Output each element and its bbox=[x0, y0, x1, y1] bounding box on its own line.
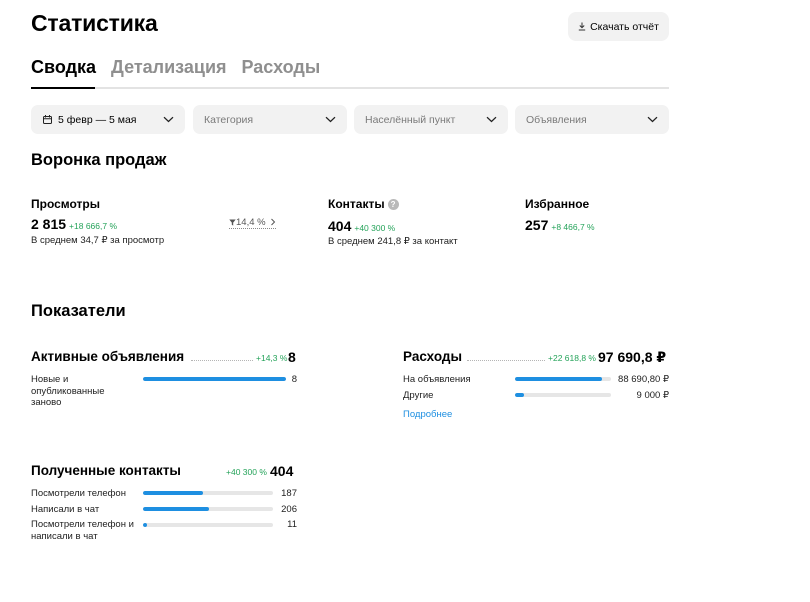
download-report-button[interactable]: Скачать отчёт bbox=[568, 12, 669, 41]
contacts-phone-label: Посмотрели телефон bbox=[31, 488, 126, 499]
tab-summary[interactable]: Сводка bbox=[31, 57, 96, 78]
tab-details[interactable]: Детализация bbox=[111, 57, 227, 78]
chevron-down-icon bbox=[647, 116, 658, 123]
favorites-label: Избранное bbox=[525, 197, 590, 211]
tab-expenses[interactable]: Расходы bbox=[242, 57, 321, 78]
expenses-delta: +22 618,8 % bbox=[548, 353, 596, 363]
location-filter-placeholder: Населённый пункт bbox=[365, 113, 456, 126]
expenses-ads-bar bbox=[515, 377, 611, 381]
favorites-value: 257 bbox=[525, 217, 549, 233]
contacts-delta: +40 300 % bbox=[354, 223, 396, 233]
active-ads-row-value: 8 bbox=[291, 374, 297, 385]
contacts-value-row: 404 +40 300 % bbox=[328, 218, 395, 234]
ads-filter[interactable]: Объявления bbox=[515, 105, 669, 134]
tabs-underline bbox=[31, 87, 669, 89]
bar-fill bbox=[143, 507, 210, 511]
contacts-chat-bar bbox=[143, 507, 273, 511]
category-filter[interactable]: Категория bbox=[193, 105, 347, 134]
contacts-both-value: 11 bbox=[287, 519, 297, 530]
views-label: Просмотры bbox=[31, 197, 101, 211]
conversion-value: 14,4 % bbox=[236, 217, 266, 228]
active-ads-title: Активные объявления bbox=[31, 349, 185, 364]
received-contacts-title: Полученные контакты bbox=[31, 463, 181, 478]
contacts-label: Контакты bbox=[328, 197, 385, 211]
views-value: 2 815 bbox=[31, 216, 67, 232]
active-tab-indicator bbox=[31, 87, 95, 89]
active-ads-row-label: Новые и опубликованные заново bbox=[31, 374, 105, 408]
expenses-other-bar bbox=[515, 393, 611, 397]
period-filter-value: 5 февр — 5 мая bbox=[58, 113, 137, 126]
calendar-icon bbox=[43, 115, 52, 124]
bar-fill bbox=[515, 377, 603, 381]
help-icon[interactable]: ? bbox=[387, 199, 399, 210]
bar-fill bbox=[515, 393, 524, 397]
views-to-contacts-conversion[interactable]: 14,4 % bbox=[229, 217, 277, 229]
expenses-more-link[interactable]: Подробнее bbox=[403, 409, 452, 420]
contacts-label-row: Контакты? bbox=[328, 197, 399, 211]
favorites-value-row: 257 +8 466,7 % bbox=[525, 217, 595, 233]
chevron-right-icon bbox=[271, 218, 276, 226]
download-icon bbox=[578, 22, 586, 31]
views-value-row: 2 815 +18 666,7 % bbox=[31, 216, 117, 232]
expenses-total: 97 690,8 ₽ bbox=[598, 349, 667, 365]
chevron-down-icon bbox=[486, 116, 497, 123]
expenses-other-label: Другие bbox=[403, 390, 434, 401]
contacts-avg-cost: В среднем 241,8 ₽ за контакт bbox=[328, 236, 458, 247]
views-delta: +18 666,7 % bbox=[69, 221, 118, 231]
contacts-chat-label: Написали в чат bbox=[31, 504, 100, 515]
contacts-phone-value: 187 bbox=[281, 488, 297, 499]
views-avg-cost: В среднем 34,7 ₽ за просмотр bbox=[31, 235, 165, 246]
dotted-leader bbox=[191, 360, 253, 361]
tabs: Сводка Детализация Расходы bbox=[31, 57, 320, 78]
location-filter[interactable]: Населённый пункт bbox=[354, 105, 508, 134]
expenses-other-value: 9 000 ₽ bbox=[636, 390, 669, 401]
period-filter[interactable]: 5 февр — 5 мая bbox=[31, 105, 185, 134]
favorites-delta: +8 466,7 % bbox=[551, 222, 595, 232]
indicators-title: Показатели bbox=[31, 302, 126, 320]
contacts-both-bar bbox=[143, 523, 273, 527]
received-contacts-total: 404 bbox=[270, 463, 294, 479]
page-title: Статистика bbox=[31, 10, 158, 36]
funnel-icon bbox=[229, 219, 236, 226]
download-report-label: Скачать отчёт bbox=[590, 20, 659, 33]
funnel-title: Воронка продаж bbox=[31, 151, 167, 169]
bar-fill bbox=[143, 523, 147, 527]
contacts-both-label: Посмотрели телефон и написали в чат bbox=[31, 519, 134, 542]
contacts-chat-value: 206 bbox=[281, 504, 297, 515]
dotted-leader bbox=[467, 360, 545, 361]
received-contacts-delta: +40 300 % bbox=[226, 467, 267, 477]
expenses-title: Расходы bbox=[403, 349, 463, 364]
bar-fill bbox=[143, 491, 203, 495]
chevron-down-icon bbox=[325, 116, 336, 123]
contacts-value: 404 bbox=[328, 218, 352, 234]
contacts-phone-bar bbox=[143, 491, 273, 495]
expenses-ads-value: 88 690,80 ₽ bbox=[618, 374, 669, 385]
category-filter-placeholder: Категория bbox=[204, 113, 254, 126]
ads-filter-placeholder: Объявления bbox=[526, 113, 587, 126]
active-ads-delta: +14,3 % bbox=[256, 353, 288, 363]
active-ads-total: 8 bbox=[288, 349, 296, 365]
expenses-ads-label: На объявления bbox=[403, 374, 471, 385]
chevron-down-icon bbox=[163, 116, 174, 123]
